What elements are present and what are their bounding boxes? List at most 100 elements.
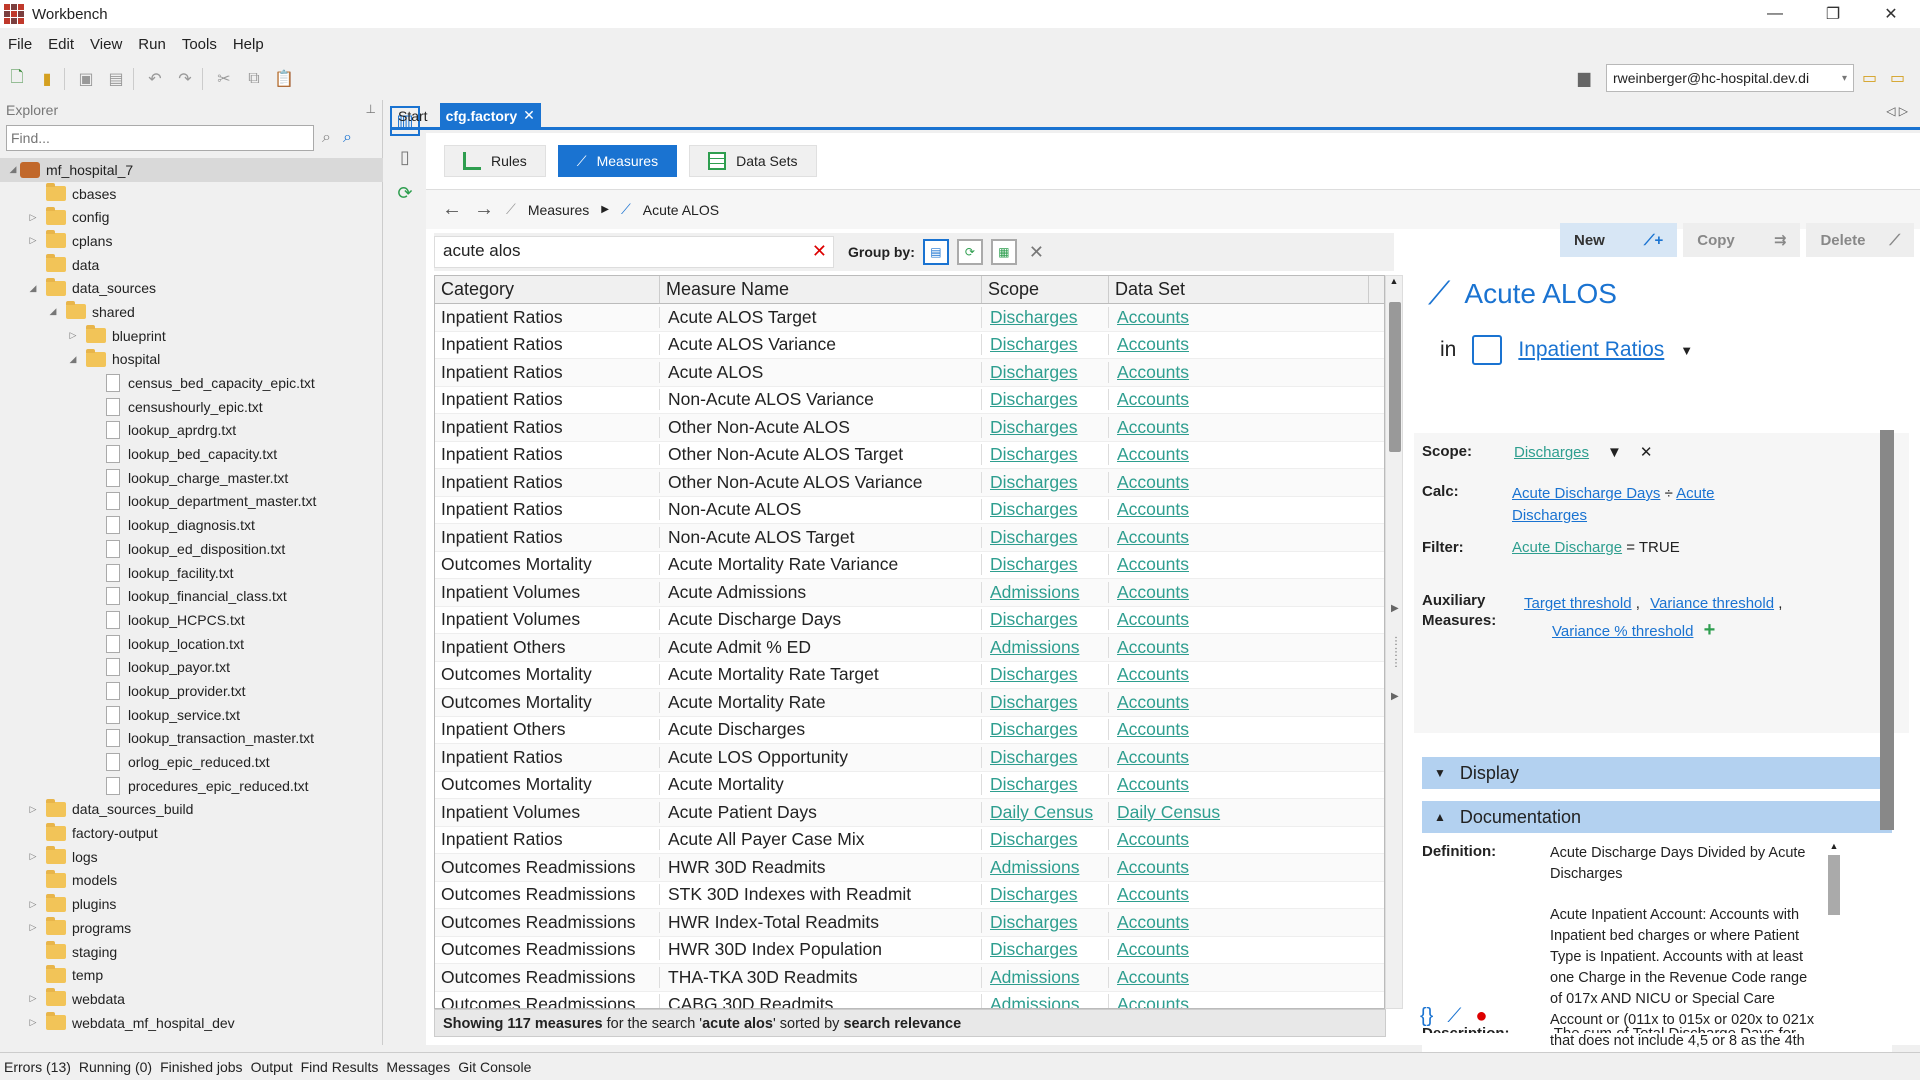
cut-icon[interactable]: ✂ (211, 66, 237, 92)
dataset-link[interactable]: Accounts (1117, 829, 1189, 849)
scope-link[interactable]: Discharges (990, 939, 1078, 959)
cell-scope[interactable]: Discharges (982, 444, 1109, 466)
cell-data-set[interactable]: Accounts (1109, 417, 1369, 438)
cell-scope[interactable]: Discharges (982, 664, 1109, 686)
tree-item[interactable]: data (0, 253, 383, 277)
definition-scrollbar[interactable]: ▲ (1826, 841, 1842, 1067)
dataset-link[interactable]: Accounts (1117, 967, 1189, 987)
refresh-icon[interactable]: ⟳ (390, 178, 420, 208)
measures-button[interactable]: ⟋ Measures (557, 145, 678, 177)
dataset-link[interactable]: Accounts (1117, 472, 1189, 492)
tree-item[interactable]: lookup_payor.txt (0, 655, 383, 679)
expand-toggle-icon[interactable]: ▷ (26, 804, 40, 815)
tree-item[interactable]: lookup_diagnosis.txt (0, 513, 383, 537)
delete-measure-button[interactable]: Delete ⟋ (1806, 223, 1914, 257)
cell-data-set[interactable]: Accounts (1109, 389, 1369, 410)
tree-item[interactable]: ▷ cplans (0, 229, 383, 253)
tab-output[interactable]: Output (247, 1059, 297, 1075)
document-icon[interactable]: ▯ (390, 142, 420, 172)
cell-scope[interactable]: Discharges (982, 416, 1109, 438)
undo-icon[interactable]: ↶ (142, 66, 168, 92)
display-section-header[interactable]: ▼ Display (1422, 757, 1892, 789)
cell-data-set[interactable]: Accounts (1109, 362, 1369, 383)
calc-denominator-link-2[interactable]: Discharges (1512, 507, 1587, 524)
scope-link[interactable]: Admissions (990, 857, 1079, 877)
tree-item[interactable]: models (0, 869, 383, 893)
scope-link[interactable]: Discharges (990, 417, 1078, 437)
table-row[interactable]: Inpatient Others Acute Admit % ED Admissio… (435, 634, 1384, 662)
cell-data-set[interactable]: Accounts (1109, 747, 1369, 768)
table-row[interactable]: Inpatient Ratios Acute LOS Opportunity Dis… (435, 744, 1384, 772)
cell-data-set[interactable]: Accounts (1109, 884, 1369, 905)
cell-data-set[interactable]: Accounts (1109, 994, 1369, 1008)
explorer-find-input[interactable] (6, 125, 314, 151)
dataset-link[interactable]: Accounts (1117, 527, 1189, 547)
scope-link[interactable]: Discharges (990, 472, 1078, 492)
cell-data-set[interactable]: Accounts (1109, 472, 1369, 493)
measure-icon[interactable]: ⟋ (1447, 1005, 1461, 1028)
tab-scroll-arrows[interactable]: ◁ ▷ (1886, 104, 1908, 118)
tree-item[interactable]: lookup_ed_disposition.txt (0, 537, 383, 561)
group-by-dataset-icon[interactable]: ▦ (990, 239, 1017, 265)
tab-running[interactable]: Running (0) (75, 1059, 156, 1075)
scope-link[interactable]: Discharges (990, 389, 1078, 409)
tree-item[interactable]: census_bed_capacity_epic.txt (0, 371, 383, 395)
definition-scroll-thumb[interactable] (1828, 855, 1840, 915)
category-dropdown-icon[interactable]: ▼ (1680, 343, 1693, 358)
tree-item[interactable]: temp (0, 963, 383, 987)
tree-item[interactable]: ▷ logs (0, 845, 383, 869)
dataset-link[interactable]: Accounts (1117, 747, 1189, 767)
scope-link[interactable]: Discharges (990, 362, 1078, 382)
cell-scope[interactable]: Admissions (982, 581, 1109, 603)
cell-scope[interactable]: Discharges (982, 609, 1109, 631)
tree-item[interactable]: ▷ blueprint (0, 324, 383, 348)
cell-data-set[interactable]: Accounts (1109, 719, 1369, 740)
tree-item[interactable]: lookup_transaction_master.txt (0, 727, 383, 751)
dataset-link[interactable]: Accounts (1117, 939, 1189, 959)
cell-data-set[interactable]: Accounts (1109, 967, 1369, 988)
dataset-link[interactable]: Accounts (1117, 609, 1189, 629)
group-by-category-icon[interactable]: ▤ (922, 239, 949, 265)
cell-data-set[interactable]: Accounts (1109, 444, 1369, 465)
tree-item[interactable]: lookup_location.txt (0, 632, 383, 656)
scope-link[interactable]: Admissions (990, 967, 1079, 987)
scope-link[interactable]: Daily Census (990, 802, 1093, 822)
forward-icon[interactable]: → (474, 198, 494, 221)
expand-toggle-icon[interactable]: ▷ (26, 212, 40, 223)
rules-button[interactable]: Rules (444, 145, 546, 177)
clear-groupby-icon[interactable]: ✕ (1029, 242, 1044, 263)
cell-scope[interactable]: Admissions (982, 994, 1109, 1008)
maximize-button[interactable]: ❐ (1804, 0, 1862, 28)
table-row[interactable]: Inpatient Ratios Acute ALOS Discharges Acco… (435, 359, 1384, 387)
scope-link[interactable]: Admissions (990, 637, 1079, 657)
detail-scrollbar[interactable] (1880, 390, 1894, 970)
cell-data-set[interactable]: Accounts (1109, 582, 1369, 603)
save-icon[interactable]: ▣ (73, 66, 99, 92)
tree-item[interactable]: lookup_bed_capacity.txt (0, 442, 383, 466)
tree-item[interactable]: ▷ webdata (0, 987, 383, 1011)
table-row[interactable]: Outcomes Readmissions HWR 30D Readmits Adm… (435, 854, 1384, 882)
table-row[interactable]: Inpatient Others Acute Discharges Discharg… (435, 717, 1384, 744)
cell-scope[interactable]: Admissions (982, 966, 1109, 988)
dataset-link[interactable]: Accounts (1117, 334, 1189, 354)
cell-scope[interactable]: Discharges (982, 499, 1109, 521)
tree-item[interactable]: ◢ hospital (0, 348, 383, 372)
cell-scope[interactable]: Discharges (982, 884, 1109, 906)
dataset-link[interactable]: Accounts (1117, 664, 1189, 684)
cell-scope[interactable]: Discharges (982, 829, 1109, 851)
cell-data-set[interactable]: Accounts (1109, 554, 1369, 575)
expand-toggle-icon[interactable]: ▷ (26, 851, 40, 862)
cell-data-set[interactable]: Accounts (1109, 499, 1369, 520)
cell-scope[interactable]: Discharges (982, 361, 1109, 383)
scope-link[interactable]: Discharges (990, 829, 1078, 849)
expand-toggle-icon[interactable]: ▷ (26, 1017, 40, 1028)
dataset-link[interactable]: Accounts (1117, 499, 1189, 519)
tree-item[interactable]: lookup_service.txt (0, 703, 383, 727)
table-row[interactable]: Inpatient Ratios Other Non-Acute ALOS Var… (435, 469, 1384, 497)
table-row[interactable]: Inpatient Ratios Other Non-Acute ALOS Tar… (435, 442, 1384, 469)
menu-edit[interactable]: Edit (40, 36, 82, 53)
dataset-link[interactable]: Accounts (1117, 884, 1189, 904)
table-row[interactable]: Inpatient Volumes Acute Admissions Admissi… (435, 579, 1384, 607)
table-row[interactable]: Inpatient Ratios Acute All Payer Case Mix… (435, 827, 1384, 854)
table-row[interactable]: Inpatient Ratios Non-Acute ALOS Variance D… (435, 387, 1384, 414)
